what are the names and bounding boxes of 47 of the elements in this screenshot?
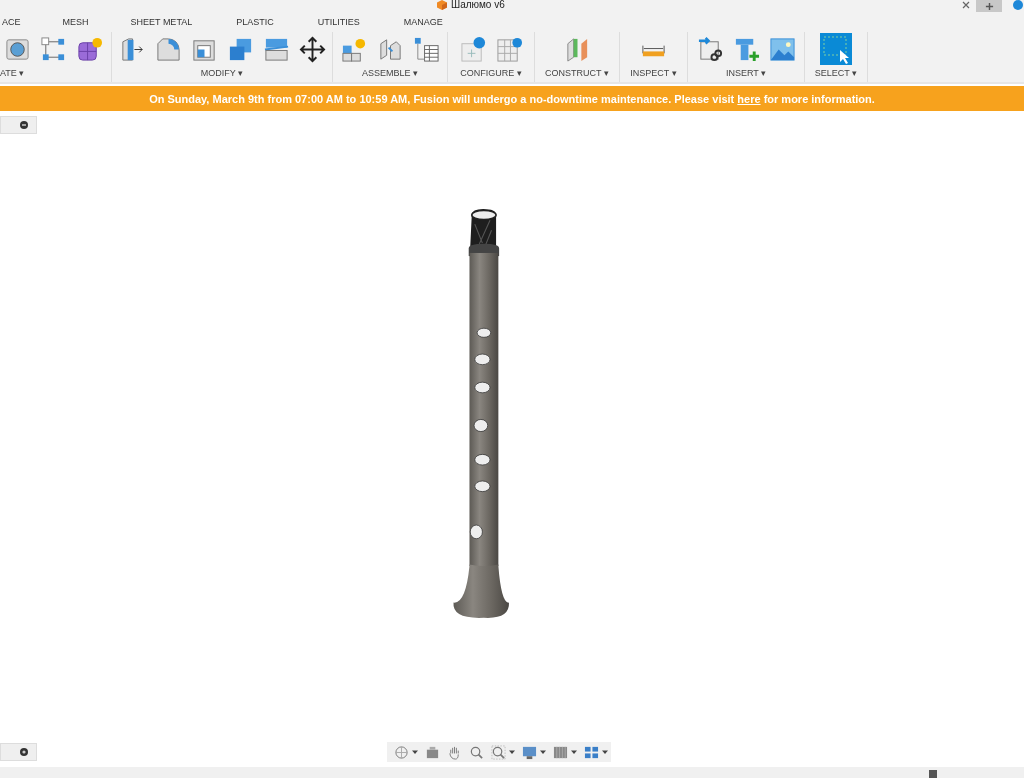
sketch-points-icon[interactable]	[40, 35, 67, 63]
display-icon[interactable]	[522, 744, 537, 760]
account-icon[interactable]	[1012, 0, 1024, 10]
group-menu-label[interactable]: CONSTRUCT ▾	[545, 68, 609, 78]
pan-hand-icon[interactable]	[447, 744, 462, 760]
viewports-icon[interactable]	[584, 744, 599, 760]
zoom-icon[interactable]	[469, 744, 484, 760]
ribbon-tab[interactable]: SHEET METAL	[128, 17, 195, 27]
group-menu-label[interactable]: ATE ▾	[0, 68, 25, 78]
expand-icon[interactable]	[20, 748, 28, 756]
caret-icon[interactable]	[602, 749, 608, 755]
group-menu-label[interactable]: INSERT ▾	[725, 68, 767, 78]
select-icon[interactable]	[820, 33, 852, 65]
move-icon[interactable]	[298, 35, 326, 63]
bill-of-materials-icon[interactable]	[412, 35, 440, 63]
ribbon-tab[interactable]: MANAGE	[401, 17, 445, 27]
form-cube-icon[interactable]	[76, 35, 103, 63]
group-menu-label[interactable]: MODIFY ▾	[200, 68, 244, 78]
banner-message: On Sunday, March 9th from 07:00 AM to 10:59 AM, Fusion will undergo a no-downtime maintenance. Please visit here for more information.	[149, 92, 875, 105]
parameters-icon[interactable]	[459, 35, 487, 63]
browser-panel[interactable]	[0, 116, 37, 134]
collapse-icon[interactable]	[20, 121, 28, 129]
group-menu-label[interactable]: CONFIGURE ▾	[460, 68, 522, 78]
group-menu-label[interactable]: SELECT ▾	[814, 68, 858, 78]
table-icon[interactable]	[495, 35, 523, 63]
comments-panel[interactable]	[0, 743, 37, 761]
group-menu-label[interactable]: INSPECT ▾	[630, 68, 677, 78]
caret-icon[interactable]	[540, 749, 546, 755]
zoom-window-icon[interactable]	[491, 744, 506, 760]
caret-icon[interactable]	[509, 749, 515, 755]
ribbon-tab[interactable]: UTILITIES	[315, 17, 362, 27]
fillet-icon[interactable]	[154, 35, 182, 63]
status-icon	[928, 770, 938, 778]
caret-icon[interactable]	[412, 749, 418, 755]
insert-derive-icon[interactable]	[696, 35, 724, 63]
window-title: Шалюмо v6	[451, 0, 505, 10]
plus-icon	[984, 1, 994, 11]
close-icon[interactable]	[962, 1, 970, 9]
ribbon-tab[interactable]: PLASTIC	[234, 17, 276, 27]
camera-icon[interactable]	[425, 744, 440, 760]
ribbon-tab[interactable]: ACE	[0, 17, 23, 27]
group-menu-label[interactable]: ASSEMBLE ▾	[362, 68, 418, 78]
ribbon-tab[interactable]: MESH	[60, 17, 91, 27]
caret-icon[interactable]	[571, 749, 577, 755]
image-icon[interactable]	[768, 35, 796, 63]
cube-icon	[437, 0, 447, 10]
new-tab-button[interactable]	[976, 0, 1002, 12]
